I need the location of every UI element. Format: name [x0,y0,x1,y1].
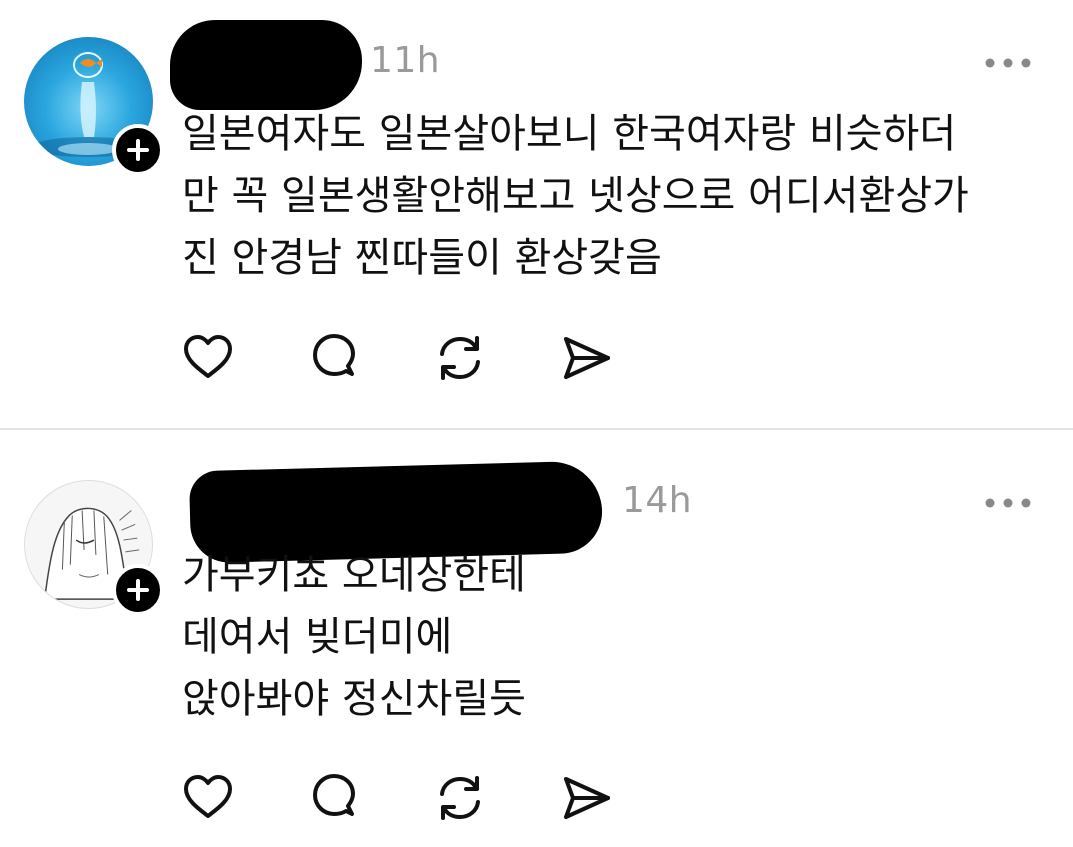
post-text: 가부키쵸 오네상한테 데여서 빚더미에 앉아봐야 정신차릴듯 [182,544,1042,730]
redacted-username [170,20,362,110]
reply-button[interactable] [306,330,362,386]
follow-button[interactable] [112,124,164,176]
repost-button[interactable] [432,330,488,386]
post-text-line: 진 안경남 찐따들이 환상갖음 [182,235,662,281]
post-text-line: 가부키쵸 오네상한테 [182,552,526,598]
timestamp: 14h [622,480,693,521]
post: 11h 일본여자도 일본살아보니 한국여자랑 비슷하더 만 꼭 일본생활안해보고… [0,0,1073,428]
post-text: 일본여자도 일본살아보니 한국여자랑 비슷하더 만 꼭 일본생활안해보고 넷상으… [182,103,1042,289]
more-button[interactable] [983,495,1033,511]
more-dots-icon [985,498,1031,508]
post-text-line: 앉아봐야 정신차릴듯 [182,676,526,722]
post-text-line: 일본여자도 일본살아보니 한국여자랑 비슷하더 [182,111,957,157]
like-button[interactable] [180,330,236,386]
repost-icon [440,776,480,820]
reply-button[interactable] [306,770,362,826]
timestamp: 11h [370,40,441,81]
post: 14h 가부키쵸 오네상한테 데여서 빚더미에 앉아봐야 정신차릴듯 [0,430,1073,847]
action-bar [180,330,620,386]
more-dots-icon [985,58,1031,68]
plus-icon [127,579,149,601]
post-text-line: 데여서 빚더미에 [182,614,453,660]
share-button[interactable] [558,770,614,826]
like-button[interactable] [180,770,236,826]
follow-button[interactable] [112,564,164,616]
speech-bubble-icon [313,334,355,376]
share-button[interactable] [558,330,614,386]
heart-icon [184,775,232,818]
speech-bubble-icon [313,774,355,816]
send-icon [564,777,610,819]
plus-icon [127,139,149,161]
repost-button[interactable] [432,770,488,826]
post-text-line: 만 꼭 일본생활안해보고 넷상으로 어디서환상가 [182,173,969,219]
more-button[interactable] [983,55,1033,71]
send-icon [564,337,610,379]
heart-icon [184,335,232,378]
repost-icon [440,336,480,380]
action-bar [180,770,620,826]
